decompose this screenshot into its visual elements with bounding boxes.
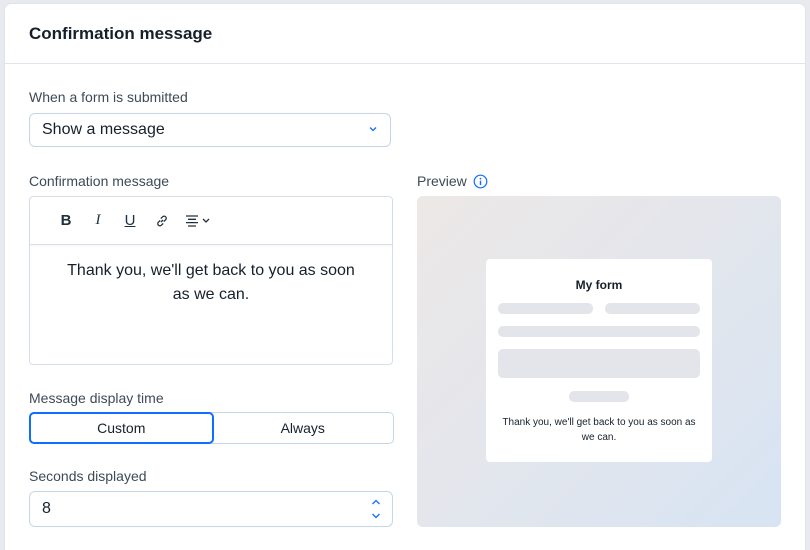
display-time-label: Message display time [29,390,164,406]
placeholder-field-2 [605,303,700,314]
stepper-icon[interactable] [370,498,382,520]
submit-action-value: Show a message [42,121,165,138]
preview-form-card: My form Thank you, we'll get back to you… [486,259,712,462]
italic-icon[interactable]: I [82,207,114,235]
seconds-input[interactable]: 8 [29,491,393,527]
preview-canvas: My form Thank you, we'll get back to you… [417,196,781,527]
confirmation-message-text[interactable]: Thank you, we'll get back to you as soon… [30,245,392,307]
submit-action-dropdown[interactable]: Show a message [29,113,391,147]
preview-label: Preview [417,173,467,189]
seconds-displayed-label: Seconds displayed [29,468,147,484]
submit-action-label: When a form is submitted [29,89,188,105]
underline-icon[interactable]: U [114,207,146,235]
seconds-value: 8 [42,500,51,517]
settings-panel: Confirmation message When a form is subm… [5,4,805,550]
placeholder-button [569,391,629,402]
custom-option[interactable]: Custom [29,412,214,444]
confirmation-message-label: Confirmation message [29,173,170,189]
always-option[interactable]: Always [213,413,394,443]
preview-label-row: Preview [417,173,488,189]
placeholder-field-3 [498,326,700,337]
panel-header: Confirmation message [5,4,805,64]
chevron-down-icon [369,127,377,132]
preview-message-text: Thank you, we'll get back to you as soon… [502,417,696,443]
align-center-icon[interactable] [178,207,218,235]
link-icon[interactable] [146,207,178,235]
page-title: Confirmation message [29,23,213,43]
rich-text-editor[interactable]: B I U Thank you, we'll get back to you a… [29,196,393,365]
info-icon[interactable] [473,174,488,189]
placeholder-field-1 [498,303,593,314]
display-time-toggle: Custom Always [29,412,394,444]
editor-toolbar: B I U [30,197,392,245]
placeholder-textarea [498,349,700,378]
bold-icon[interactable]: B [50,207,82,235]
preview-form-title: My form [575,278,623,292]
